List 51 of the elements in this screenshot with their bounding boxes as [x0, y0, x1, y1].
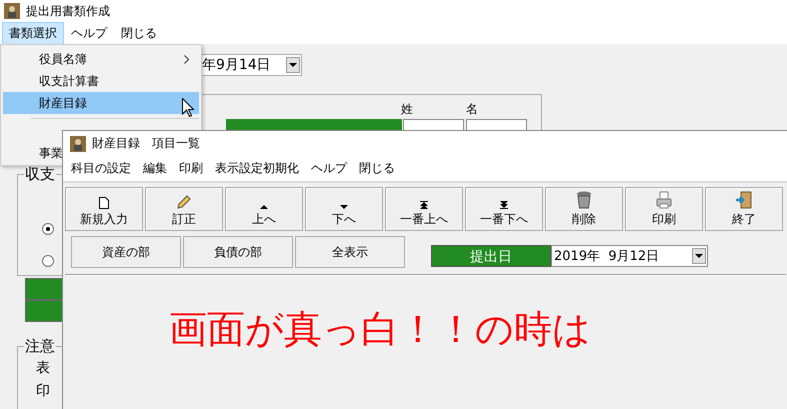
toolbar-button[interactable]: 終了 — [705, 187, 783, 231]
double-down-arrow-icon — [500, 200, 508, 208]
group-title: 収支 — [24, 165, 56, 184]
double-up-arrow-icon — [420, 200, 428, 208]
window-title: 財産目録 項目一覧 — [92, 135, 200, 152]
printer-icon — [656, 190, 672, 208]
date-field[interactable]: 2019年 9月12日 — [551, 245, 708, 267]
up-arrow-icon — [260, 204, 268, 208]
filter-button[interactable]: 全表示 — [295, 236, 405, 268]
door-exit-icon — [735, 190, 753, 208]
menu-item[interactable]: 表示設定初期化 — [209, 157, 305, 180]
field-label: 名 — [466, 101, 478, 118]
note-line: 印 — [36, 382, 50, 400]
toolbar-button[interactable]: 一番上へ — [385, 187, 463, 231]
menu-item[interactable]: 閉じる — [353, 157, 401, 180]
trash-can-icon — [576, 190, 592, 208]
menu-item[interactable]: 科目の設定 — [65, 157, 137, 180]
toolbar-button[interactable]: 印刷 — [625, 187, 703, 231]
toolbar-button[interactable]: 下へ — [305, 187, 383, 231]
toolbar-button[interactable]: 新規入力 — [65, 187, 143, 231]
note-line: 表 — [36, 359, 50, 377]
dropdown-button[interactable] — [692, 248, 706, 264]
app-icon — [70, 136, 86, 152]
toolbar-button[interactable]: 上へ — [225, 187, 303, 231]
radio-button[interactable] — [42, 223, 54, 235]
mouse-cursor-icon — [182, 98, 194, 117]
document-icon — [99, 196, 109, 208]
field-label: 姓 — [401, 101, 413, 118]
date-label: 提出日 — [431, 245, 551, 267]
radio-button[interactable] — [42, 255, 54, 267]
menu-item[interactable]: 書類選択 — [2, 22, 64, 44]
dropdown-button[interactable] — [286, 57, 300, 73]
group-title: 注意 — [24, 337, 56, 356]
menu-item[interactable]: 閉じる — [114, 22, 164, 44]
toolbar-button[interactable]: 一番下へ — [465, 187, 543, 231]
filter-button[interactable]: 資産の部 — [71, 236, 181, 268]
notice-text: 画面が真っ白！！の時は — [169, 306, 592, 352]
filter-button[interactable]: 負債の部 — [183, 236, 293, 268]
down-arrow-icon — [340, 204, 348, 208]
pencil-icon — [177, 194, 191, 208]
app-icon — [4, 3, 20, 19]
toolbar-button[interactable]: 訂正 — [145, 187, 223, 231]
caret-icon — [695, 254, 703, 258]
menu-item[interactable]: 財産目録 — [3, 92, 199, 114]
caret-icon — [289, 63, 297, 67]
menu-item[interactable]: 編集 — [137, 157, 173, 180]
menu-item[interactable]: 印刷 — [173, 157, 209, 180]
toolbar-button[interactable]: 削除 — [545, 187, 623, 231]
menu-item[interactable]: ヘルプ — [64, 22, 114, 44]
window-title: 提出用書類作成 — [26, 2, 110, 20]
menu-item[interactable]: ヘルプ — [305, 157, 353, 180]
